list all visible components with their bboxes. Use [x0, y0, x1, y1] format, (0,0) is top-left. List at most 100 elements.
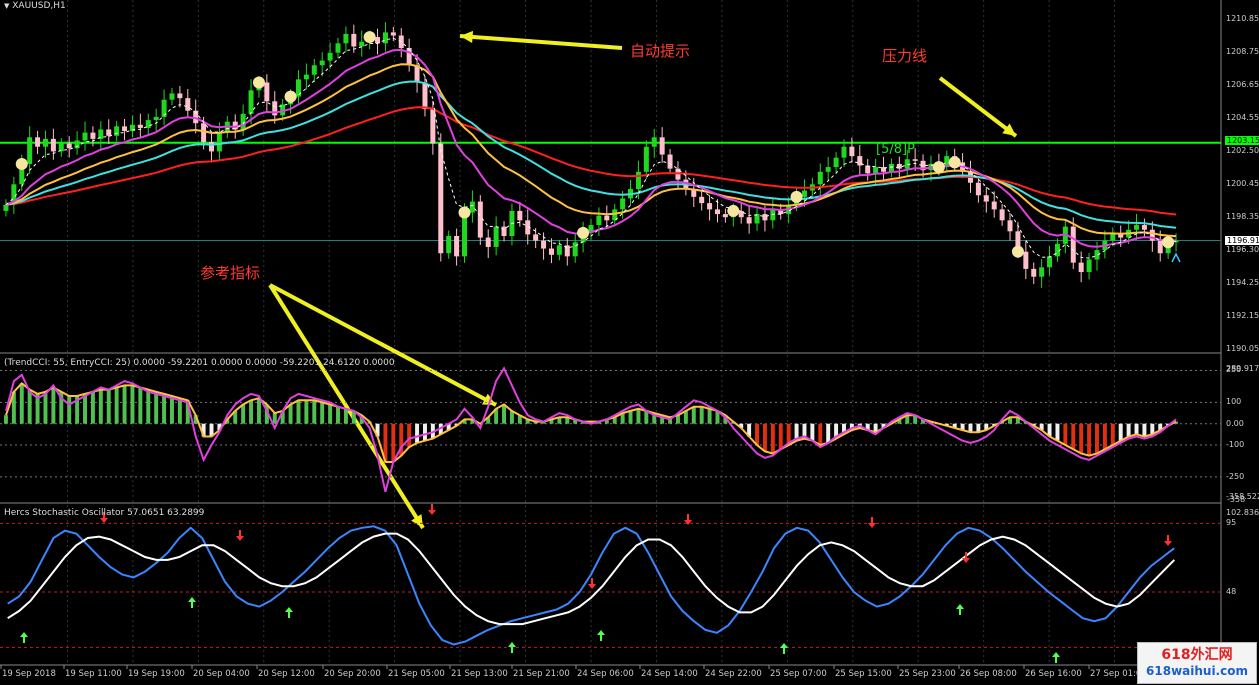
- chart-window[interactable]: ▼ XAUUSD,H1 (TrendCCI: 55, EntryCCI: 25)…: [0, 0, 1259, 685]
- stoch-sell-arrow-head: [868, 523, 876, 528]
- candle-body: [999, 209, 1005, 221]
- candle-body: [975, 182, 981, 196]
- cci-axis-label: -100: [1226, 439, 1245, 449]
- stoch-buy-arrow-head: [1052, 652, 1060, 657]
- pressure-line-arrow: [938, 76, 1018, 138]
- candle-body: [1070, 226, 1076, 263]
- stoch-buy-arrow-head: [780, 643, 788, 648]
- signal-dot: [458, 206, 471, 219]
- signal-dot: [1011, 245, 1024, 258]
- stoch-title: Hercs Stochastic Oscillator 57.0651 63.2…: [4, 508, 205, 518]
- candle-body: [1047, 256, 1053, 268]
- reference-indicator-annotation: 参考指标: [200, 264, 261, 282]
- stoch-sell-arrow-head: [962, 558, 970, 563]
- candle-body: [746, 217, 752, 224]
- price-axis-label: 1198.35: [1226, 212, 1259, 221]
- stoch-sell-arrow-head: [588, 584, 596, 589]
- candle-body: [177, 93, 183, 99]
- candle-body: [50, 138, 56, 152]
- candle-body: [343, 33, 349, 44]
- time-axis-label: 26 Sep 08:00: [960, 669, 1017, 679]
- auto-hint-annotation: 自动提示: [630, 42, 691, 60]
- symbol-label: ▼ XAUUSD,H1: [4, 1, 66, 11]
- price-axis-label: 1194.25: [1226, 278, 1259, 287]
- price-axis-label: 1206.65: [1226, 80, 1259, 89]
- cci-axis-label: -358.522: [1226, 492, 1259, 501]
- candle-body: [303, 74, 309, 80]
- candle-body: [185, 98, 191, 111]
- candle-body: [359, 41, 365, 47]
- time-axis-label: 24 Sep 22:00: [705, 669, 762, 679]
- time-axis-label: 20 Sep 04:00: [193, 669, 250, 679]
- candle-body: [738, 210, 744, 218]
- candle-body: [714, 209, 720, 215]
- candle-body: [707, 203, 713, 210]
- stoch-buy-arrow-head: [188, 597, 196, 602]
- price-axis-label: 1200.45: [1226, 179, 1259, 188]
- candle-body: [74, 140, 80, 149]
- cci-axis-label: -250: [1226, 471, 1245, 481]
- candle-body: [1141, 225, 1147, 230]
- auto-hint-arrow-head: [460, 30, 474, 44]
- candle-body: [548, 248, 554, 255]
- stoch-sell-arrow-head: [684, 520, 692, 525]
- candle-body: [1078, 262, 1084, 273]
- time-axis-label: 19 Sep 11:00: [65, 669, 122, 679]
- candle-body: [493, 226, 499, 247]
- candle-body: [153, 116, 159, 121]
- candle-body: [620, 198, 626, 210]
- signal-dot: [790, 190, 803, 203]
- candle-body: [66, 143, 72, 149]
- candle-body: [833, 157, 839, 168]
- candle-body: [517, 210, 523, 221]
- signal-dot: [252, 76, 265, 89]
- signal-dot: [363, 31, 376, 44]
- stoch-sell-arrow-head: [236, 536, 244, 541]
- candle-body: [635, 171, 641, 190]
- candle-body: [1086, 259, 1092, 273]
- time-axis-label: 20 Sep 12:00: [258, 669, 315, 679]
- stoch-axis-label: 48: [1226, 586, 1237, 596]
- signal-dot: [932, 161, 945, 174]
- candle-body: [446, 236, 452, 254]
- candle-body: [122, 126, 128, 132]
- fib-level-label: [5/8]P: [876, 142, 915, 157]
- stoch-axis-label: 102.836: [1226, 508, 1259, 517]
- signal-dot: [284, 90, 297, 103]
- candle-body: [469, 201, 475, 213]
- candle-body: [643, 146, 649, 172]
- cci-axis-label: 100: [1226, 397, 1242, 407]
- candle-body: [541, 240, 547, 249]
- stoch-buy-arrow-head: [956, 604, 964, 609]
- candle-body: [438, 143, 444, 254]
- signal-dot: [727, 204, 740, 217]
- candle-body: [264, 82, 270, 102]
- chart-canvas[interactable]: [0, 0, 1259, 685]
- stoch-buy-arrow-head: [20, 632, 28, 637]
- candle-body: [311, 65, 317, 75]
- candle-body: [351, 33, 357, 47]
- resistance-price-tag: 1203.15: [1225, 136, 1259, 145]
- stoch-buy-arrow-head: [285, 607, 293, 612]
- time-axis-label: 19 Sep 2018: [2, 669, 56, 679]
- chevron-down-icon: ▼: [4, 2, 10, 10]
- candle-body: [651, 137, 657, 147]
- cci-axis-label: 250: [1226, 365, 1242, 375]
- stoch-sell-arrow-head: [100, 518, 108, 523]
- reference-arrow-cci: [269, 283, 497, 407]
- candle-body: [888, 163, 894, 172]
- price-axis-label: 1196.30: [1226, 245, 1259, 254]
- arrow-up-icon: [1171, 252, 1181, 263]
- time-axis-label: 21 Sep 13:00: [451, 669, 508, 679]
- candle-body: [58, 143, 64, 152]
- candle-body: [983, 195, 989, 202]
- candle-body: [240, 113, 246, 130]
- price-axis-label: 1190.05: [1226, 344, 1259, 353]
- candle-body: [248, 90, 254, 114]
- candle-body: [3, 204, 9, 211]
- candle-body: [1157, 240, 1163, 254]
- candle-body: [27, 137, 33, 164]
- time-axis-label: 25 Sep 07:00: [770, 669, 827, 679]
- candle-body: [319, 60, 325, 66]
- candle-body: [762, 214, 768, 221]
